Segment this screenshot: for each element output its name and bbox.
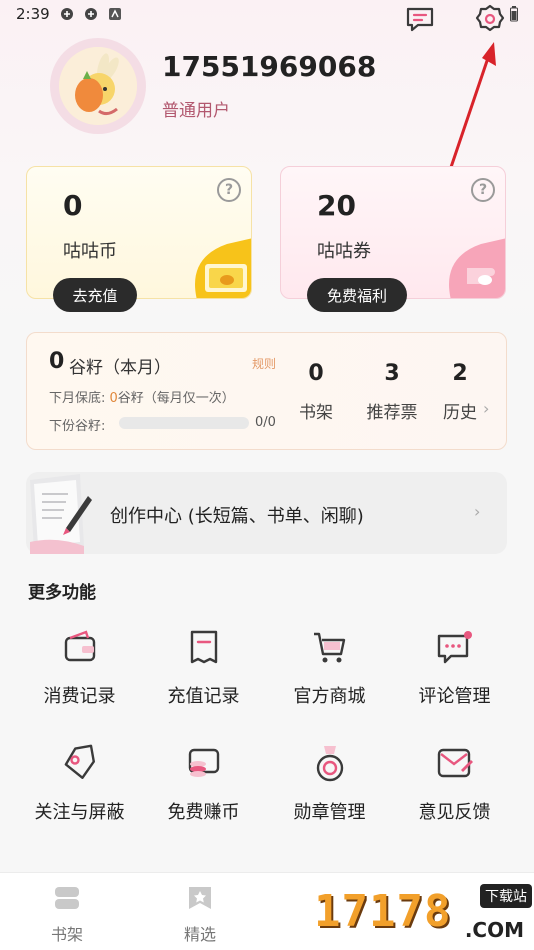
status-bar: 2:39	[0, 0, 534, 30]
coins-icon	[188, 748, 219, 777]
avatar-image	[59, 47, 137, 125]
grain-next-label: 下份谷籽:	[49, 419, 106, 434]
chevron-right-icon: ›	[483, 399, 490, 418]
coupon-help-icon[interactable]: ?	[471, 178, 495, 202]
stat-bookshelf[interactable]: 0 书架	[291, 361, 341, 423]
vpn-icon	[61, 8, 73, 20]
coin-card[interactable]: 0 咕咕币 ?	[26, 166, 252, 299]
avatar[interactable]	[50, 38, 146, 134]
cart-icon	[313, 632, 345, 663]
status-time: 2:39	[16, 5, 50, 23]
creation-center-label: 创作中心 (长短篇、书单、闲聊)	[110, 506, 364, 527]
user-role: 普通用户	[162, 101, 230, 121]
settings-icon[interactable]	[474, 3, 506, 35]
grain-label: 谷籽（本月）	[69, 358, 171, 378]
notification-icon	[109, 8, 121, 20]
stat-recommend-tickets[interactable]: 3 推荐票	[357, 361, 427, 423]
recharge-records-button[interactable]: 充值记录	[141, 628, 266, 708]
recharge-button[interactable]: 去充值	[53, 278, 137, 312]
notebook-pen-icon	[30, 474, 92, 554]
bookshelf-icon	[55, 887, 79, 909]
coin-value: 0	[63, 189, 83, 222]
official-store-button[interactable]: 官方商城	[267, 628, 392, 708]
grain-value: 0	[49, 349, 65, 374]
tag-icon	[64, 744, 95, 779]
more-functions-title: 更多功能	[28, 583, 96, 603]
medal-icon	[316, 746, 343, 782]
receipt-icon	[190, 630, 217, 664]
message-icon[interactable]	[404, 3, 436, 35]
chevron-right-icon: ›	[474, 502, 481, 521]
coupon-decoration-icon	[449, 238, 505, 298]
coupon-label: 咕咕券	[317, 241, 371, 262]
follow-block-button[interactable]: 关注与屏蔽	[17, 744, 142, 824]
tab-featured[interactable]: 精选	[155, 883, 245, 945]
consumption-records-button[interactable]: 消费记录	[17, 628, 142, 708]
feedback-button[interactable]: 意见反馈	[392, 744, 517, 824]
vpn-icon	[85, 8, 97, 20]
watermark-logo: 17178 下载站 .COM	[306, 876, 534, 950]
coin-help-icon[interactable]: ?	[217, 178, 241, 202]
comment-management-button[interactable]: 评论管理	[392, 628, 517, 708]
stat-history[interactable]: 2 历史	[437, 361, 483, 423]
creation-center[interactable]: 创作中心 (长短篇、书单、闲聊) ›	[26, 472, 507, 554]
medal-management-button[interactable]: 勋章管理	[267, 744, 392, 824]
user-phone: 17551969068	[162, 50, 377, 83]
coupon-value: 20	[317, 189, 356, 222]
grain-panel: 0 谷籽（本月） 规则 下月保底: 0谷籽（每月仅一次） 下份谷籽: 0/0 0…	[26, 332, 507, 450]
free-benefits-button[interactable]: 免费福利	[307, 278, 407, 312]
featured-icon	[189, 887, 211, 909]
coin-label: 咕咕币	[63, 241, 117, 262]
feedback-icon	[437, 748, 473, 778]
tab-bookshelf[interactable]: 书架	[22, 883, 112, 945]
free-coins-button[interactable]: 免费赚币	[141, 744, 266, 824]
grain-rule-link[interactable]: 规则	[252, 355, 276, 372]
grain-progress-text: 0/0	[255, 415, 276, 430]
battery-icon	[510, 6, 518, 22]
coin-decoration-icon	[195, 238, 251, 298]
comment-icon	[437, 631, 472, 664]
grain-progress-bar	[119, 417, 249, 429]
grain-guarantee: 下月保底: 0谷籽（每月仅一次）	[49, 391, 235, 406]
wallet-icon	[64, 630, 95, 662]
